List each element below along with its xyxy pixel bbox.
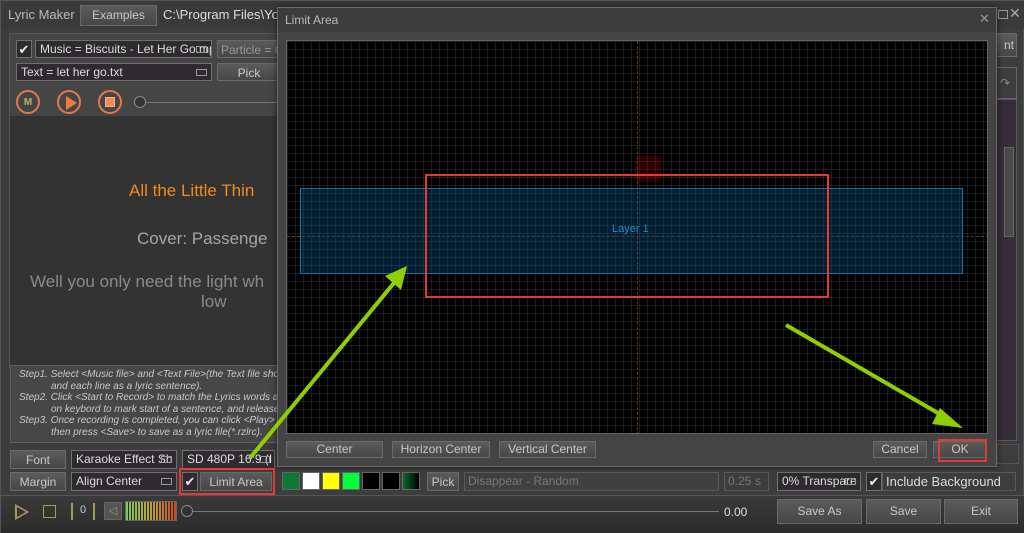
arrow-to-layer [248, 266, 407, 460]
annotation-arrows [248, 266, 963, 460]
arrow-to-ok [784, 323, 963, 428]
